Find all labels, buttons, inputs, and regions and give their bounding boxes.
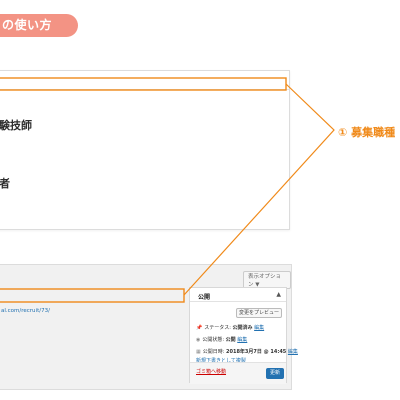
callout-label: ① 募集職種: [338, 126, 396, 139]
preview-changes-button[interactable]: 変更をプレビュー: [236, 308, 282, 318]
editor-text-line-1: 験技師: [0, 119, 32, 132]
section-title-badge: の使い方: [0, 14, 78, 37]
calendar-icon: ▦: [196, 349, 201, 355]
publish-box: 公開 ▲ 変更をプレビュー 📌 ステータス: 公開済み 編集 ◉ 公開状態: 公開 …: [189, 287, 298, 384]
publish-box-header[interactable]: 公開 ▲: [190, 288, 286, 302]
editor-screenshot: 験技師 者: [0, 70, 290, 230]
visibility-row: ◉ 公開状態: 公開 編集: [196, 336, 247, 343]
visibility-value: 公開: [225, 337, 236, 343]
title-field-line: [0, 89, 289, 90]
date-label: 公開日時:: [202, 349, 225, 355]
status-label: ステータス:: [204, 325, 231, 331]
publish-actions: ゴミ箱へ移動 更新: [190, 362, 286, 384]
status-edit-link[interactable]: 編集: [254, 325, 264, 331]
update-button[interactable]: 更新: [266, 368, 284, 379]
pin-icon: 📌: [196, 325, 203, 331]
permalink-link[interactable]: al.com/recruit/73/: [1, 308, 50, 314]
admin-screenshot: 表示オプション ▼ al.com/recruit/73/ 公開 ▲ 変更をプレビ…: [0, 264, 298, 390]
visibility-edit-link[interactable]: 編集: [237, 337, 247, 343]
date-edit-link[interactable]: 編集: [288, 349, 298, 355]
publish-box-title: 公開: [198, 294, 211, 301]
status-row: 📌 ステータス: 公開済み 編集: [196, 324, 264, 331]
eye-icon: ◉: [196, 337, 201, 343]
editor-text-line-2: 者: [0, 177, 10, 190]
date-row: ▦ 公開日時: 2018年3月7日 @ 14:45 編集: [196, 348, 298, 355]
visibility-label: 公開状態:: [202, 337, 225, 343]
date-value: 2018年3月7日 @ 14:45: [226, 349, 287, 355]
trash-link[interactable]: ゴミ箱へ移動: [196, 368, 226, 375]
status-value: 公開済み: [232, 325, 253, 331]
section-title: の使い方: [2, 18, 53, 32]
collapse-arrow-icon[interactable]: ▲: [276, 291, 281, 298]
